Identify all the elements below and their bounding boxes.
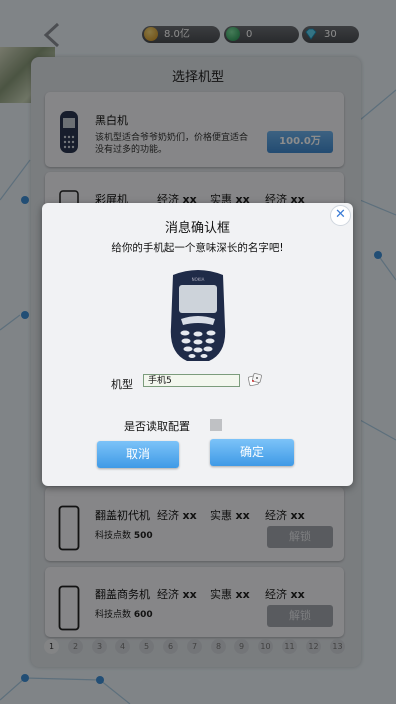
model-label: 机型 — [111, 378, 133, 391]
dialog-subtitle: 给你的手机起一个意味深长的名字吧! — [111, 242, 284, 254]
nokia-phone-image: NOKIA — [170, 270, 226, 361]
phone-name-input[interactable]: 手机5 — [143, 374, 240, 387]
name-confirm-dialog: ✕ 消息确认框 给你的手机起一个意味深长的名字吧! NOKIA 机型 手机5 是… — [42, 203, 353, 486]
svg-text:NOKIA: NOKIA — [192, 277, 205, 282]
cancel-button[interactable]: 取消 — [97, 441, 179, 468]
dialog-title: 消息确认框 — [164, 221, 230, 236]
read-config-checkbox[interactable] — [210, 419, 222, 431]
confirm-button[interactable]: 确定 — [210, 439, 294, 466]
read-config-label: 是否读取配置 — [124, 420, 190, 433]
dice-random-icon[interactable] — [248, 373, 262, 387]
